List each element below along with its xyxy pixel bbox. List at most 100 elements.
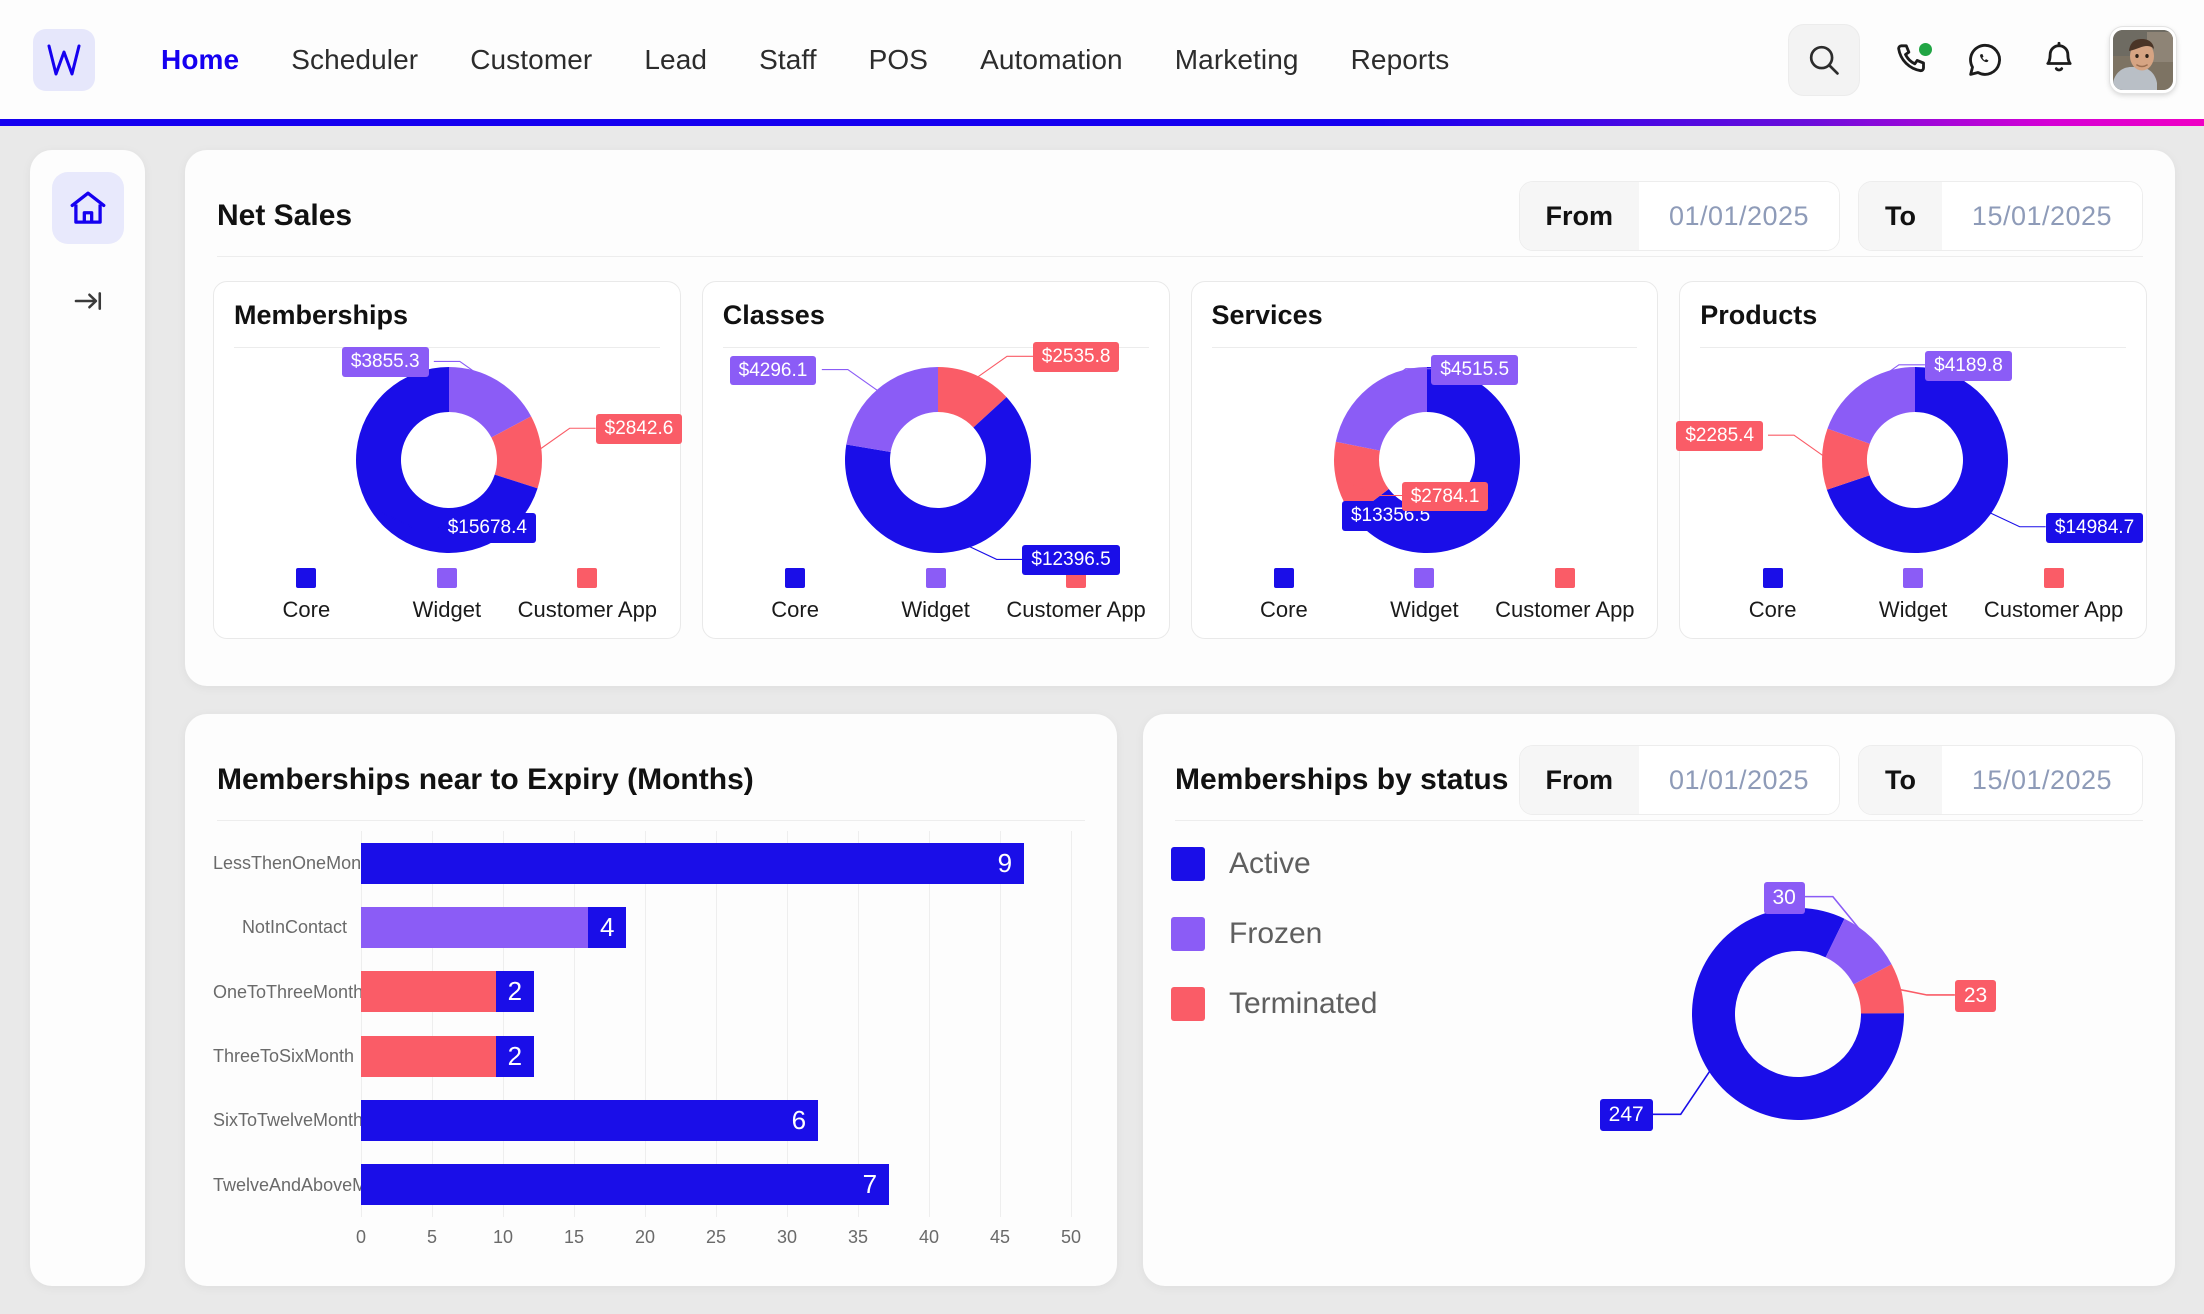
donut-value-label: $2842.6: [595, 414, 683, 445]
header-gradient-divider: [0, 119, 2204, 126]
donut-legend: Core Widget Customer App: [1212, 568, 1638, 623]
bar-fill[interactable]: [361, 906, 589, 949]
legend-item[interactable]: Customer App: [1983, 568, 2123, 623]
net-sales-to-field[interactable]: To 15/01/2025: [1858, 181, 2143, 251]
expiry-divider: [217, 820, 1085, 821]
status-value-label: 247: [1599, 1099, 1653, 1132]
search-button[interactable]: [1788, 23, 1860, 96]
donut-chart: $2535.8 $12396.5 $4296.1: [723, 342, 1149, 576]
legend-swatch-icon: [577, 568, 598, 588]
legend-label: Customer App: [1006, 597, 1146, 622]
page-title: Net Sales: [217, 199, 353, 232]
donut-card-title: Memberships: [234, 300, 409, 330]
x-axis-tick-label: 0: [355, 1227, 367, 1247]
donut-slice-widget[interactable]: [1827, 367, 1916, 444]
bar-fill[interactable]: [361, 1035, 496, 1077]
status-value-label: 23: [1954, 979, 1997, 1013]
nav-item-automation[interactable]: Automation: [954, 44, 1149, 76]
x-axis-tick-label: 20: [634, 1227, 656, 1247]
nav-item-customer[interactable]: Customer: [444, 44, 618, 76]
net-sales-from-field[interactable]: From 01/01/2025: [1518, 181, 1841, 251]
bar-value-label: 2: [495, 971, 534, 1013]
bar-row: OneToThreeMonth 2: [213, 960, 1089, 1024]
whatsapp-button[interactable]: [1962, 37, 2008, 83]
nav-item-marketing[interactable]: Marketing: [1149, 44, 1325, 76]
search-icon: [1809, 45, 1839, 75]
legend-swatch-icon: [1762, 568, 1783, 588]
sidebar-item-home[interactable]: [51, 172, 124, 244]
bar-row: NotInContact 4: [213, 895, 1089, 959]
from-value[interactable]: 01/01/2025: [1639, 182, 1840, 250]
legend-item[interactable]: Core: [1702, 568, 1842, 623]
donut-value-label: $3855.3: [341, 347, 429, 378]
bar-fill[interactable]: [361, 842, 986, 884]
avatar[interactable]: [2110, 26, 2176, 93]
legend-swatch-icon: [2043, 568, 2064, 588]
legend-item[interactable]: Core: [725, 568, 865, 623]
from-value[interactable]: 01/01/2025: [1639, 746, 1840, 814]
phone-call-button[interactable]: [1888, 37, 1934, 83]
bar-track: 4: [361, 906, 1089, 949]
donut-svg: [1333, 367, 1520, 553]
from-label: From: [1519, 746, 1640, 814]
bar-fill[interactable]: [361, 1164, 851, 1206]
legend-item[interactable]: Customer App: [517, 568, 657, 623]
legend-item[interactable]: Customer App: [1006, 568, 1146, 623]
legend-item[interactable]: Core: [1214, 568, 1354, 623]
donut-leader-line: [1768, 434, 1829, 460]
status-header: Memberships by status From 01/01/2025 To…: [1171, 740, 2147, 820]
x-axis-tick-label: 45: [989, 1227, 1011, 1247]
nav-item-scheduler[interactable]: Scheduler: [265, 44, 444, 76]
donut-card-title: Services: [1211, 300, 1323, 330]
main-nav: Home Scheduler Customer Lead Staff POS Automat…: [135, 0, 1475, 119]
status-leader-line: [1896, 988, 1955, 996]
from-label: From: [1519, 182, 1640, 250]
bar-track: 6: [361, 1099, 1089, 1142]
legend-item[interactable]: Widget: [1354, 568, 1494, 623]
bar-fill[interactable]: [361, 971, 496, 1013]
bar-row: SixToTwelveMonth 6: [213, 1088, 1089, 1152]
bar-fill[interactable]: [361, 1099, 780, 1142]
to-value[interactable]: 15/01/2025: [1942, 182, 2142, 250]
donut-card-products: Products $14984.7 $2285.4 $4189.8 Core Widget…: [1676, 281, 2147, 639]
notifications-button[interactable]: [2036, 37, 2082, 83]
status-legend-swatch-icon: [1171, 847, 1205, 881]
nav-item-reports[interactable]: Reports: [1325, 44, 1476, 76]
donut-chart: $14984.7 $2285.4 $4189.8: [1676, 348, 2144, 566]
bar-track: 2: [361, 971, 1089, 1013]
status-to-field[interactable]: To 15/01/2025: [1858, 745, 2143, 815]
bar-track: 7: [361, 1164, 1089, 1206]
nav-item-pos[interactable]: POS: [843, 44, 954, 76]
memberships-expiry-panel: Memberships near to Expiry (Months) 0 5 10…: [185, 714, 1117, 1286]
status-legend-label: Active: [1229, 847, 1311, 880]
sidebar-collapse-toggle[interactable]: [60, 278, 116, 324]
online-status-dot: [1919, 42, 1932, 56]
legend-item[interactable]: Widget: [1843, 568, 1983, 623]
status-title: Memberships by status: [1175, 763, 1509, 796]
app-logo[interactable]: [33, 28, 95, 91]
donut-leader-line: [972, 355, 1033, 381]
donut-legend: Core Widget Customer App: [234, 568, 660, 623]
bar-value-label: 6: [779, 1099, 818, 1142]
status-legend-swatch-icon: [1171, 987, 1205, 1021]
status-from-field[interactable]: From 01/01/2025: [1518, 745, 1841, 815]
legend-item[interactable]: Core: [236, 568, 376, 623]
nav-item-lead[interactable]: Lead: [618, 44, 733, 76]
legend-item[interactable]: Customer App: [1495, 568, 1635, 623]
bar-value-label: 2: [495, 1035, 534, 1077]
donut-slice-widget[interactable]: [1335, 367, 1427, 451]
status-date-range: From 01/01/2025 To 15/01/2025: [1518, 745, 2143, 815]
nav-item-staff[interactable]: Staff: [733, 44, 843, 76]
legend-item[interactable]: Widget: [377, 568, 517, 623]
to-value[interactable]: 15/01/2025: [1942, 746, 2142, 814]
legend-swatch-icon: [1414, 568, 1435, 588]
x-axis-tick-label: 10: [492, 1227, 514, 1247]
x-axis-tick-label: 15: [563, 1227, 585, 1247]
nav-item-home[interactable]: Home: [135, 44, 265, 76]
status-leader-line: [1652, 1067, 1713, 1116]
donut-card-memberships: Memberships $3855.3 $2842.6 $15678.4 Core Wid…: [213, 281, 683, 639]
legend-item[interactable]: Widget: [865, 568, 1005, 623]
legend-label: Widget: [901, 597, 970, 622]
donut-slice-widget[interactable]: [846, 367, 938, 453]
w-logo-icon: [47, 44, 81, 75]
